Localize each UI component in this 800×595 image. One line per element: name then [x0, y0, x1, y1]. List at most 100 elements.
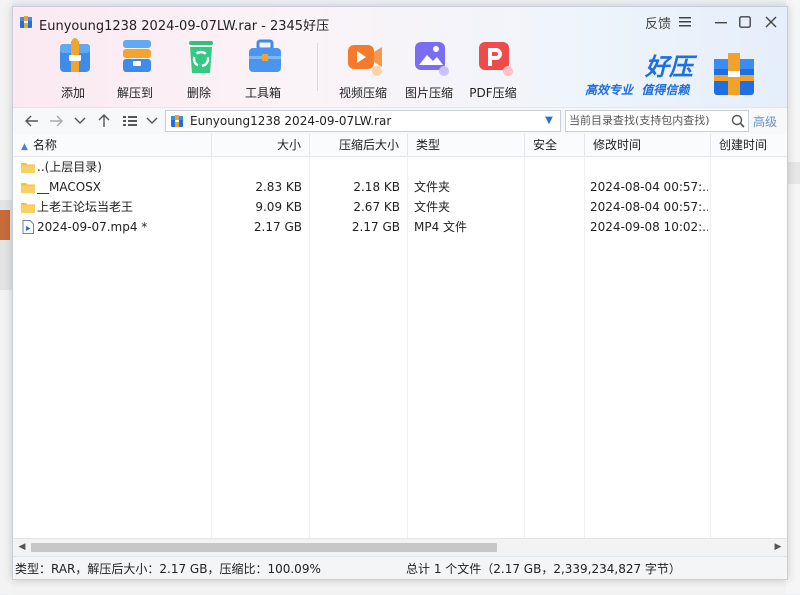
file-list: ▲ 名称 大小 压缩后大小 类型 安全 修改时间 创建时间 ..(上层目录) __… — [13, 134, 787, 538]
maximize-button[interactable] — [735, 12, 755, 32]
column-header-size[interactable]: 大小 — [212, 134, 310, 156]
toolbar-label: 视频压缩 — [338, 86, 387, 100]
file-name: __MACOSX — [37, 180, 102, 194]
scroll-left-button[interactable]: ◀ — [15, 540, 29, 555]
toolbar-label: 工具箱 — [244, 86, 281, 100]
minimize-icon — [715, 22, 727, 24]
column-header-created[interactable]: 创建时间 — [711, 134, 787, 156]
back-button[interactable] — [23, 111, 41, 131]
view-mode-dropdown[interactable] — [143, 111, 161, 131]
column-header-modified[interactable]: 修改时间 — [585, 134, 711, 156]
delete-button[interactable]: 删除 — [167, 37, 231, 101]
close-button[interactable] — [761, 12, 781, 32]
file-type: 文件夹 — [414, 200, 451, 214]
toolbar-label: PDF压缩 — [469, 86, 517, 100]
arrow-left-icon — [25, 115, 38, 127]
file-row[interactable]: 2024-09-07.mp4 * 2.17 GB 2.17 GB MP4 文件 … — [13, 217, 787, 237]
path-dropdown-button[interactable]: ▼ — [542, 113, 556, 129]
archive-window: Eunyoung1238 2024-09-07LW.rar - 2345好压 反… — [12, 6, 788, 580]
advanced-search-link[interactable]: 高级 — [753, 113, 777, 130]
pdf-compress-icon — [479, 42, 513, 76]
video-compress-icon — [348, 45, 382, 76]
view-mode-button[interactable] — [121, 111, 139, 131]
chevron-down-icon — [146, 117, 158, 124]
file-type: MP4 文件 — [414, 220, 468, 234]
history-dropdown-button[interactable] — [71, 111, 89, 131]
folder-icon — [21, 203, 35, 213]
rar-archive-icon — [171, 115, 183, 127]
extract-icon — [123, 40, 151, 72]
toolbar-label: 添加 — [60, 86, 85, 100]
extract-to-button[interactable]: 解压到 — [103, 37, 167, 101]
selection-summary: 总计 1 个文件（2.17 GB，2,339,234,827 字节） — [406, 562, 681, 576]
background-cell — [786, 162, 800, 184]
column-header-label: 名称 — [32, 138, 57, 152]
file-row-parent-dir[interactable]: ..(上层目录) — [13, 157, 787, 177]
column-header-security[interactable]: 安全 — [525, 134, 585, 156]
file-modified: 2024-08-04 00:57:... — [590, 180, 708, 194]
pdf-compress-button[interactable]: PDF压缩 — [461, 37, 525, 101]
horizontal-scrollbar[interactable]: ◀ ▶ — [13, 538, 787, 556]
folder-icon — [21, 163, 35, 173]
folder-icon — [21, 183, 35, 193]
scrollbar-thumb[interactable] — [31, 543, 497, 552]
file-packed-size: 2.67 KB — [353, 200, 400, 214]
add-archive-icon — [60, 38, 90, 72]
file-name: ..(上层目录) — [37, 160, 102, 174]
sort-ascending-icon: ▲ — [21, 142, 28, 152]
file-packed-size: 2.18 KB — [353, 180, 400, 194]
file-modified: 2024-08-04 00:57:... — [590, 200, 708, 214]
feedback-button[interactable]: 反馈 — [643, 12, 673, 32]
background-thumbnail — [0, 210, 10, 240]
close-icon — [765, 16, 777, 28]
column-header-packed-size[interactable]: 压缩后大小 — [310, 134, 408, 156]
title-toolbar-band: Eunyoung1238 2024-09-07LW.rar - 2345好压 反… — [13, 7, 787, 107]
file-modified: 2024-09-08 10:02:... — [590, 220, 708, 234]
search-input[interactable] — [569, 112, 719, 129]
column-header-row: ▲ 名称 大小 压缩后大小 类型 安全 修改时间 创建时间 — [13, 134, 787, 157]
scroll-right-button[interactable]: ▶ — [771, 540, 785, 555]
menu-button[interactable] — [675, 12, 695, 32]
video-compress-button[interactable]: 视频压缩 — [331, 37, 395, 101]
forward-button[interactable] — [47, 111, 65, 131]
file-size: 2.17 GB — [253, 220, 302, 234]
path-text: Eunyoung1238 2024-09-07LW.rar — [190, 114, 392, 128]
column-header-name[interactable]: ▲ 名称 — [13, 134, 212, 156]
status-bar: 类型：RAR，解压后大小：2.17 GB，压缩比：100.09% 总计 1 个文… — [13, 556, 787, 579]
toolbar-label: 删除 — [186, 86, 211, 100]
background-window-right — [786, 0, 800, 594]
image-compress-button[interactable]: 图片压缩 — [397, 37, 461, 101]
image-compress-icon — [415, 42, 449, 76]
brand-box-icon — [714, 53, 754, 95]
file-name: 2024-09-07.mp4 * — [37, 220, 148, 234]
arrow-right-icon — [50, 115, 63, 127]
file-row[interactable]: 上老王论坛当老王 9.09 KB 2.67 KB 文件夹 2024-08-04 … — [13, 197, 787, 217]
window-title: Eunyoung1238 2024-09-07LW.rar - 2345好压 — [39, 19, 330, 34]
path-field[interactable]: Eunyoung1238 2024-09-07LW.rar ▼ — [165, 110, 561, 132]
up-folder-button[interactable] — [95, 111, 113, 131]
toolbox-icon — [249, 39, 281, 72]
list-view-icon — [123, 116, 137, 126]
arrow-up-icon — [98, 114, 110, 127]
brand-logo: 好压 高效专业 值得信赖 — [583, 47, 783, 103]
file-name: 上老王论坛当老王 — [37, 200, 134, 214]
address-bar: Eunyoung1238 2024-09-07LW.rar ▼ 高级 — [13, 107, 787, 135]
brand-slogan: 高效专业 值得信赖 — [585, 83, 690, 97]
recycle-delete-icon — [189, 41, 213, 73]
search-icon[interactable] — [730, 113, 746, 129]
background-window-bottom — [12, 578, 786, 595]
file-size: 2.83 KB — [255, 180, 302, 194]
toolbox-button[interactable]: 工具箱 — [231, 37, 295, 101]
minimize-button[interactable] — [711, 12, 731, 32]
add-button[interactable]: 添加 — [41, 37, 105, 101]
video-file-icon — [22, 220, 34, 234]
search-box — [565, 110, 749, 132]
toolbar-label: 解压到 — [116, 86, 153, 100]
maximize-icon — [739, 16, 751, 28]
file-row[interactable]: __MACOSX 2.83 KB 2.18 KB 文件夹 2024-08-04 … — [13, 177, 787, 197]
column-header-type[interactable]: 类型 — [408, 134, 525, 156]
chevron-down-icon — [74, 117, 86, 124]
file-packed-size: 2.17 GB — [351, 220, 400, 234]
file-type: 文件夹 — [414, 180, 451, 194]
file-size: 9.09 KB — [255, 200, 302, 214]
